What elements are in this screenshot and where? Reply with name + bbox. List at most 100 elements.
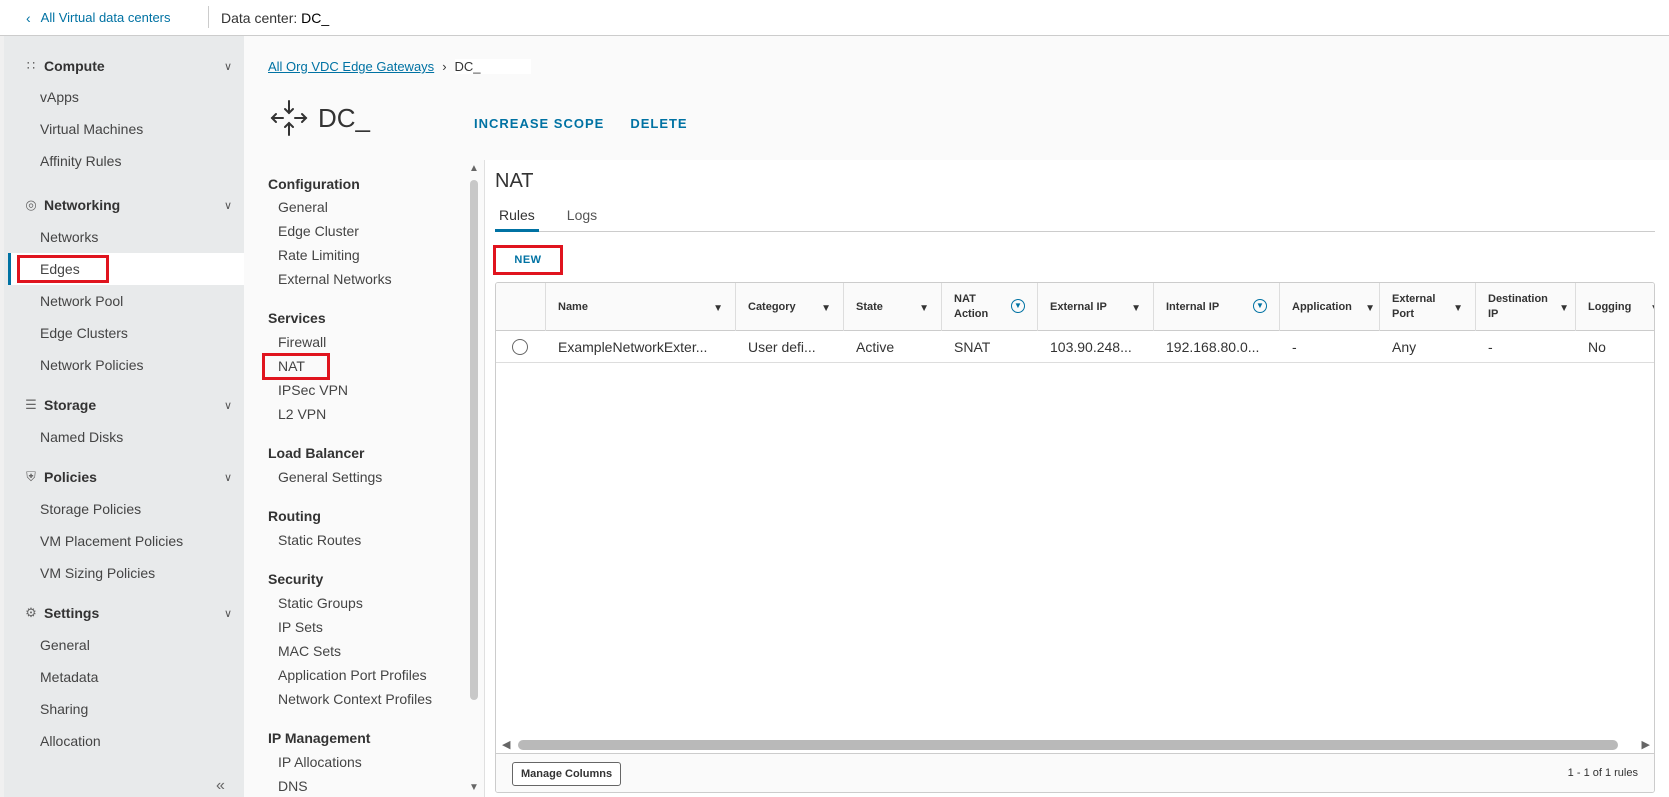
sidebar-item-edge-clusters[interactable]: Edge Clusters bbox=[40, 325, 128, 341]
nav-group-label: Networking bbox=[44, 197, 121, 213]
section-header-configuration: Configuration bbox=[268, 176, 360, 192]
tab-logs[interactable]: Logs bbox=[563, 204, 601, 232]
new-rule-button[interactable]: NEW bbox=[493, 245, 563, 275]
subnav-item-general[interactable]: General bbox=[278, 199, 328, 215]
sidebar-item-metadata[interactable]: Metadata bbox=[40, 669, 98, 685]
cell-nat-action: SNAT bbox=[954, 339, 991, 355]
sidebar-item-vm-sizing-policies[interactable]: VM Sizing Policies bbox=[40, 565, 155, 581]
sidebar-item-network-pool[interactable]: Network Pool bbox=[40, 293, 123, 309]
nav-group-settings[interactable]: ⚙ Settings bbox=[24, 605, 99, 621]
sidebar-item-virtual-machines[interactable]: Virtual Machines bbox=[40, 121, 143, 137]
filter-icon[interactable]: ▼ bbox=[821, 301, 831, 316]
sidebar-item-network-policies[interactable]: Network Policies bbox=[40, 357, 143, 373]
sidebar-item-allocation[interactable]: Allocation bbox=[40, 733, 101, 749]
chevron-down-icon[interactable]: ∨ bbox=[224, 607, 232, 620]
column-header-destination-ip[interactable]: Destination IP ▼ bbox=[1476, 283, 1576, 331]
cell-application: - bbox=[1292, 339, 1297, 355]
page-title: DC_ bbox=[318, 102, 371, 133]
section-header-load-balancer: Load Balancer bbox=[268, 445, 365, 461]
subnav-item-edge-cluster[interactable]: Edge Cluster bbox=[278, 223, 359, 239]
filter-icon[interactable]: ▼ bbox=[1650, 301, 1654, 316]
subnav-item-dns[interactable]: DNS bbox=[278, 778, 308, 794]
filter-icon[interactable]: ▼ bbox=[713, 301, 723, 316]
subnav-item-general-settings[interactable]: General Settings bbox=[278, 469, 382, 485]
filter-icon[interactable]: ▼ bbox=[1559, 301, 1569, 316]
column-label: Logging bbox=[1588, 300, 1632, 313]
chevron-left-icon: ‹ bbox=[26, 9, 31, 26]
column-header-external-port[interactable]: External Port ▼ bbox=[1380, 283, 1476, 331]
filter-icon[interactable]: ▼ bbox=[1365, 301, 1375, 316]
double-chevron-left-icon[interactable]: « bbox=[216, 777, 225, 795]
column-header-category[interactable]: Category ▼ bbox=[736, 283, 844, 331]
horizontal-scrollbar[interactable]: ◀ ▶ bbox=[496, 738, 1654, 752]
sidebar-item-affinity-rules[interactable]: Affinity Rules bbox=[40, 153, 121, 169]
back-to-vdcs-link[interactable]: ‹ All Virtual data centers bbox=[26, 10, 171, 25]
column-label: Name bbox=[558, 300, 588, 313]
sidebar-item-sharing[interactable]: Sharing bbox=[40, 701, 88, 717]
scrollbar-thumb[interactable] bbox=[470, 180, 478, 700]
cell-external-ip: 103.90.248... bbox=[1050, 339, 1132, 355]
tab-rules[interactable]: Rules bbox=[495, 204, 539, 232]
scroll-up-icon[interactable]: ▲ bbox=[469, 163, 479, 174]
column-header-state[interactable]: State ▼ bbox=[844, 283, 942, 331]
nav-group-storage[interactable]: ☰ Storage bbox=[24, 397, 96, 413]
chevron-down-icon[interactable]: ∨ bbox=[224, 471, 232, 484]
increase-scope-button[interactable]: INCREASE SCOPE bbox=[474, 116, 604, 131]
subnav-item-network-context-profiles[interactable]: Network Context Profiles bbox=[278, 691, 432, 707]
section-title: NAT bbox=[495, 170, 534, 192]
pagination-count: 1 - 1 of 1 rules bbox=[1567, 767, 1638, 779]
filter-active-icon[interactable]: ▼ bbox=[1253, 299, 1267, 313]
subnav-item-ip-sets[interactable]: IP Sets bbox=[278, 619, 323, 635]
scroll-right-icon[interactable]: ▶ bbox=[1642, 738, 1650, 751]
delete-button[interactable]: DELETE bbox=[630, 116, 687, 131]
nav-group-networking[interactable]: ◎ Networking bbox=[24, 197, 120, 213]
scroll-down-icon[interactable]: ▼ bbox=[469, 782, 479, 793]
filter-icon[interactable]: ▼ bbox=[1453, 301, 1463, 316]
gear-icon: ⚙ bbox=[25, 605, 37, 620]
breadcrumb: All Org VDC Edge Gateways › DC_ bbox=[268, 59, 531, 74]
breadcrumb-current: DC_ bbox=[454, 59, 531, 74]
column-header-internal-ip[interactable]: Internal IP ▼ bbox=[1154, 283, 1280, 331]
chevron-down-icon[interactable]: ∨ bbox=[224, 60, 232, 73]
row-select-radio[interactable] bbox=[512, 339, 528, 355]
subnav-item-external-networks[interactable]: External Networks bbox=[278, 271, 392, 287]
filter-active-icon[interactable]: ▼ bbox=[1011, 299, 1025, 313]
column-header-nat-action[interactable]: NAT Action ▼ bbox=[942, 283, 1038, 331]
scrollbar-thumb[interactable] bbox=[518, 740, 1618, 750]
table-row[interactable]: ExampleNetworkExter... User defi... Acti… bbox=[496, 331, 1654, 363]
subnav-item-application-port-profiles[interactable]: Application Port Profiles bbox=[278, 667, 427, 683]
subnav-item-firewall[interactable]: Firewall bbox=[278, 334, 326, 350]
subnav-item-static-groups[interactable]: Static Groups bbox=[278, 595, 363, 611]
nav-group-compute[interactable]: ∷ Compute bbox=[24, 58, 105, 74]
column-header-external-ip[interactable]: External IP ▼ bbox=[1038, 283, 1154, 331]
sidebar-item-named-disks[interactable]: Named Disks bbox=[40, 429, 123, 445]
filter-icon[interactable]: ▼ bbox=[1131, 301, 1141, 316]
sidebar-item-vm-placement-policies[interactable]: VM Placement Policies bbox=[40, 533, 183, 549]
section-header-routing: Routing bbox=[268, 508, 321, 524]
sidebar-item-networks[interactable]: Networks bbox=[40, 229, 98, 245]
chevron-down-icon[interactable]: ∨ bbox=[224, 199, 232, 212]
sidebar-item-general[interactable]: General bbox=[40, 637, 90, 653]
subnav-item-ipsec-vpn[interactable]: IPSec VPN bbox=[278, 382, 348, 398]
subnav-scrollbar[interactable]: ▲ ▼ bbox=[469, 163, 479, 793]
column-header-logging[interactable]: Logging ▼ bbox=[1576, 283, 1654, 331]
nav-group-policies[interactable]: ⛨ Policies bbox=[24, 469, 97, 485]
edge-secondary-nav: Configuration General Edge Cluster Rate … bbox=[244, 160, 464, 797]
header-actions: INCREASE SCOPE DELETE bbox=[474, 116, 688, 131]
filter-icon[interactable]: ▼ bbox=[919, 301, 929, 316]
subnav-item-mac-sets[interactable]: MAC Sets bbox=[278, 643, 341, 659]
subnav-item-l2-vpn[interactable]: L2 VPN bbox=[278, 406, 326, 422]
sidebar-item-vapps[interactable]: vApps bbox=[40, 89, 79, 105]
breadcrumb-link-edge-gateways[interactable]: All Org VDC Edge Gateways bbox=[268, 59, 434, 74]
sidebar-item-storage-policies[interactable]: Storage Policies bbox=[40, 501, 141, 517]
nav-group-label: Settings bbox=[44, 605, 100, 621]
subnav-item-static-routes[interactable]: Static Routes bbox=[278, 532, 361, 548]
subnav-item-ip-allocations[interactable]: IP Allocations bbox=[278, 754, 362, 770]
edge-header: DC_ bbox=[270, 99, 370, 137]
scroll-left-icon[interactable]: ◀ bbox=[502, 738, 510, 751]
chevron-down-icon[interactable]: ∨ bbox=[224, 399, 232, 412]
manage-columns-button[interactable]: Manage Columns bbox=[512, 762, 622, 786]
subnav-item-rate-limiting[interactable]: Rate Limiting bbox=[278, 247, 360, 263]
column-header-name[interactable]: Name ▼ bbox=[546, 283, 736, 331]
column-header-application[interactable]: Application ▼ bbox=[1280, 283, 1380, 331]
